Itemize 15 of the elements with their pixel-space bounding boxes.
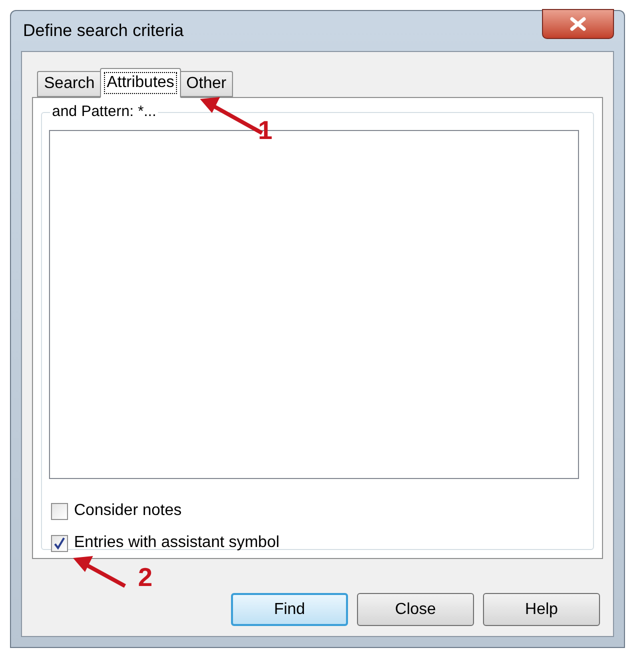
dialog-button[interactable]: Find bbox=[231, 593, 348, 626]
checkbox-label: Entries with assistant symbol bbox=[74, 533, 280, 553]
annotation-number: 2 bbox=[138, 564, 152, 590]
tab[interactable]: Search bbox=[37, 71, 102, 97]
dialog-button[interactable]: Help bbox=[483, 593, 600, 626]
tab[interactable]: Attributes bbox=[100, 68, 182, 98]
tab[interactable]: Other bbox=[179, 71, 234, 97]
annotation-number: 1 bbox=[258, 117, 272, 143]
checkbox-label: Consider notes bbox=[74, 501, 182, 521]
close-icon bbox=[569, 17, 587, 31]
dialog-button[interactable]: Close bbox=[357, 593, 474, 626]
checkbox[interactable] bbox=[51, 502, 68, 520]
window-title: Define search criteria bbox=[23, 20, 184, 42]
checkbox[interactable] bbox=[51, 534, 68, 552]
close-button[interactable] bbox=[542, 9, 614, 39]
